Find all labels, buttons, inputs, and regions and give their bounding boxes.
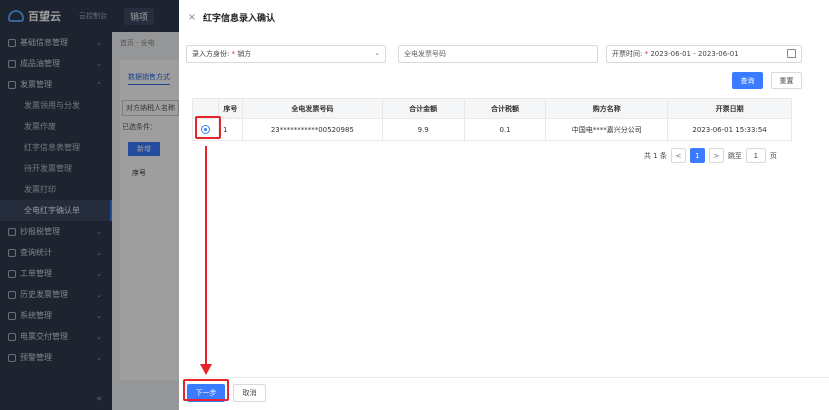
cancel-button[interactable]: 取消	[233, 384, 266, 402]
jump-label: 跳至	[727, 151, 742, 160]
cell-date: 2023-06-01 15:33:54	[667, 118, 792, 141]
required-mark: *	[642, 50, 651, 58]
cell-seq: 1	[217, 118, 243, 141]
jump-page-input[interactable]: 1	[745, 148, 766, 163]
annotation-arrow-head-icon	[200, 364, 212, 375]
column-header: 开票日期	[667, 98, 792, 119]
chevron-down-icon: ⌄	[374, 49, 380, 57]
date-label: 开票时间:	[612, 50, 643, 58]
date-value: 2023-06-01 - 2023-06-01	[650, 50, 739, 58]
annotation-box-radio	[195, 116, 221, 139]
screen: 百望云 云控制台 基础信息管理 ⌄ 成品油管理 ⌄ 发票管理 ⌃ 发票领用与分发…	[0, 0, 829, 410]
column-header: 合计税额	[463, 98, 547, 119]
identity-label: 录入方身份:	[192, 50, 230, 58]
drawer-header: × 红字信息录入确认	[179, 0, 829, 34]
close-icon[interactable]: ×	[187, 12, 197, 23]
column-header: 购方名称	[545, 98, 669, 119]
pagination: 共 1 条 < 1 > 跳至 1 页	[644, 148, 777, 163]
annotation-box-next	[183, 379, 229, 401]
cell-invoice-no: 23***********00520985	[241, 118, 383, 141]
cell-tax: 0.1	[463, 118, 547, 141]
red-info-drawer: × 红字信息录入确认 录入方身份: * 销方 ⌄ 全电发票号码 开票时间: * …	[179, 0, 829, 410]
cell-buyer: 中国电****嘉兴分公司	[545, 118, 669, 141]
reset-button[interactable]: 重置	[771, 72, 802, 89]
table-row[interactable]: 1 23***********00520985 9.9 0.1 中国电****嘉…	[192, 118, 792, 141]
page-1-button[interactable]: 1	[689, 148, 705, 163]
column-header: 全电发票号码	[241, 98, 383, 119]
invoice-table: 序号 全电发票号码 合计金额 合计税额 购方名称 开票日期 1 23******…	[192, 98, 792, 141]
drawer-footer: 下一步 取消	[179, 377, 829, 410]
filter-row: 录入方身份: * 销方 ⌄ 全电发票号码 开票时间: * 2023-06-01 …	[186, 45, 829, 63]
query-button[interactable]: 查询	[732, 72, 763, 89]
prev-page-button[interactable]: <	[670, 148, 686, 163]
drawer-title: 红字信息录入确认	[203, 13, 276, 24]
column-header: 合计金额	[381, 98, 465, 119]
annotation-arrow-line	[205, 146, 207, 366]
page-unit-label: 页	[769, 151, 777, 160]
column-header: 序号	[217, 98, 243, 119]
table-header-row: 序号 全电发票号码 合计金额 合计税额 购方名称 开票日期	[192, 98, 792, 119]
next-page-button[interactable]: >	[708, 148, 724, 163]
invoice-number-placeholder: 全电发票号码	[404, 50, 446, 58]
date-range-picker[interactable]: 开票时间: * 2023-06-01 - 2023-06-01	[606, 45, 802, 63]
calendar-icon	[787, 49, 796, 58]
pagination-total: 共 1 条	[644, 151, 667, 160]
identity-value: 销方	[237, 50, 252, 58]
invoice-number-input[interactable]: 全电发票号码	[398, 45, 598, 63]
required-mark: *	[229, 50, 238, 58]
identity-select[interactable]: 录入方身份: * 销方 ⌄	[186, 45, 386, 63]
cell-amount: 9.9	[381, 118, 465, 141]
